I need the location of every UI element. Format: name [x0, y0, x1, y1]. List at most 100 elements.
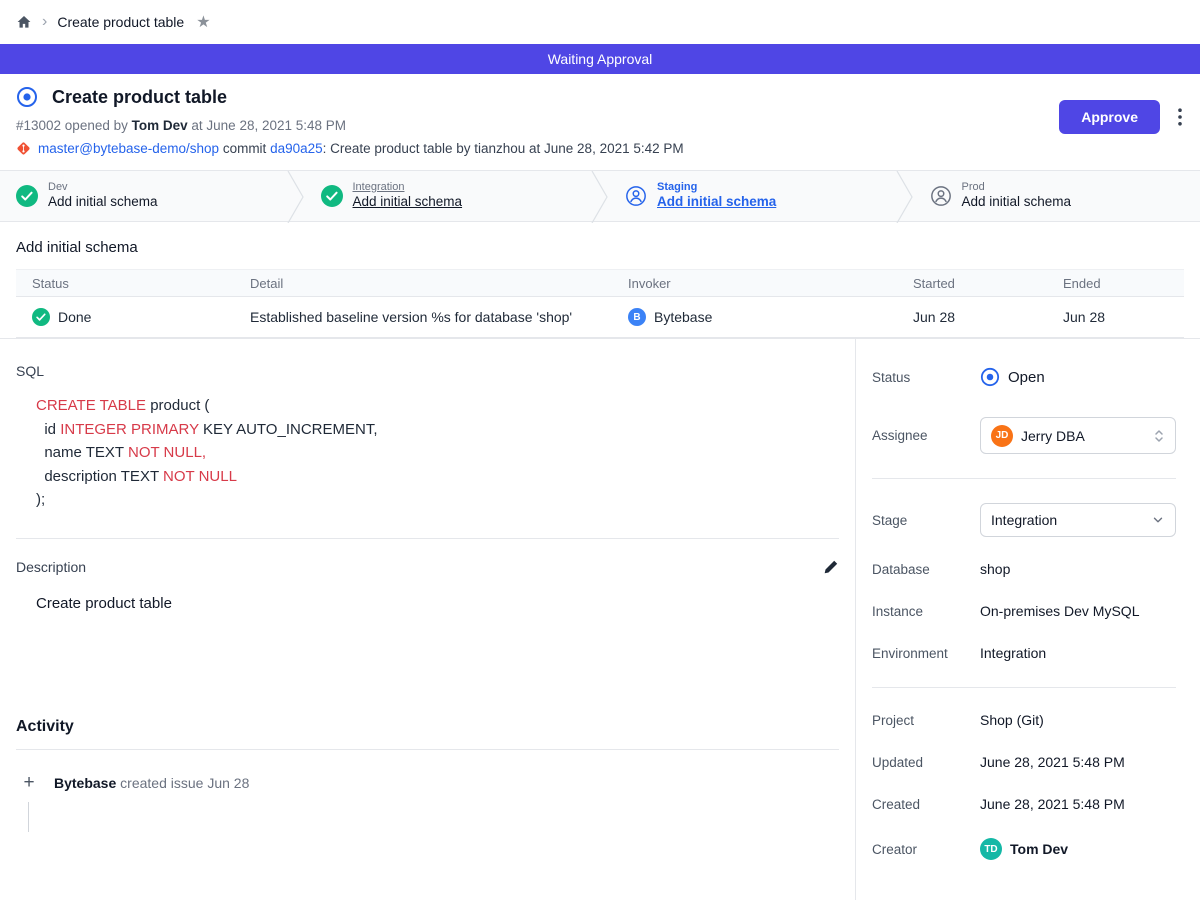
activity-time: Jun 28 [207, 775, 249, 791]
breadcrumb: › Create product table ★ [0, 0, 1200, 44]
person-circle-icon [625, 185, 647, 207]
task-status: Done [58, 309, 91, 325]
pipeline-stepper: Dev Add initial schema Integration Add i… [0, 170, 1200, 222]
description-label: Description [16, 559, 86, 575]
stage-separator-icon [591, 171, 609, 223]
updated-label: Updated [872, 755, 980, 770]
task-section: Add initial schema Status Detail Invoker… [0, 222, 1200, 338]
timeline-line [28, 802, 29, 832]
task-table: Status Detail Invoker Started Ended Done… [16, 269, 1184, 338]
chevron-right-icon: › [42, 14, 47, 30]
stage-env-label: Prod [962, 181, 1072, 195]
column-header-detail: Detail [234, 276, 612, 291]
stage-env-label: Staging [657, 181, 776, 195]
issue-header: Create product table #13002 opened by To… [0, 74, 1200, 170]
check-circle-icon [321, 185, 343, 207]
status-label: Status [872, 370, 980, 385]
assignee-label: Assignee [872, 428, 980, 443]
created-label: Created [872, 797, 980, 812]
stage-env-label: Dev [48, 181, 158, 195]
plus-icon[interactable]: + [16, 770, 42, 796]
app: › Create product table ★ Waiting Approva… [0, 0, 1200, 900]
assignee-avatar: JD [991, 425, 1013, 447]
task-invoker: Bytebase [654, 309, 712, 325]
pipeline-stage-dev[interactable]: Dev Add initial schema [0, 171, 287, 221]
task-detail: Established baseline version %s for data… [234, 309, 612, 325]
stage-select[interactable]: Integration [980, 503, 1176, 537]
stage-separator-icon [896, 171, 914, 223]
person-circle-icon [930, 185, 952, 207]
created-value: June 28, 2021 5:48 PM [980, 796, 1125, 812]
commit-hash-link[interactable]: da90a25 [270, 141, 323, 156]
creator-avatar: TD [980, 838, 1002, 860]
pipeline-stage-integration[interactable]: Integration Add initial schema [305, 171, 592, 221]
issue-author: Tom Dev [132, 118, 188, 133]
task-heading: Add initial schema [16, 239, 1184, 256]
activity-action: created issue [120, 775, 203, 791]
banner-label: Waiting Approval [548, 51, 653, 67]
database-label: Database [872, 562, 980, 577]
column-header-invoker: Invoker [612, 276, 897, 291]
edit-pencil-icon[interactable] [823, 559, 839, 575]
creator-value: Tom Dev [1010, 841, 1068, 857]
project-value: Shop (Git) [980, 712, 1044, 728]
chevron-down-icon [1151, 513, 1165, 527]
home-icon[interactable] [16, 14, 32, 30]
assignee-dropdown[interactable]: JD Jerry DBA [980, 417, 1176, 454]
updated-value: June 28, 2021 5:48 PM [980, 754, 1125, 770]
pipeline-stage-staging[interactable]: Staging Add initial schema [609, 171, 896, 221]
stage-label: Stage [872, 513, 980, 528]
kebab-menu-icon[interactable] [1176, 106, 1184, 128]
environment-value: Integration [980, 645, 1046, 661]
commit-word: commit [223, 141, 267, 156]
issue-open-icon [16, 86, 38, 108]
issue-sidebar: Status Open Assignee JD Jerry DBA [856, 339, 1200, 900]
activity-heading: Activity [16, 718, 839, 736]
divider [16, 749, 839, 750]
task-table-header: Status Detail Invoker Started Ended [16, 269, 1184, 297]
invoker-avatar: B [628, 308, 646, 326]
stage-value: Integration [991, 512, 1057, 528]
divider [872, 687, 1176, 688]
instance-value: On-premises Dev MySQL [980, 603, 1139, 619]
sql-code: CREATE TABLE product ( id INTEGER PRIMAR… [16, 394, 839, 512]
assignee-value: Jerry DBA [1021, 428, 1085, 444]
commit-row: master@bytebase-demo/shop commit da90a25… [16, 141, 1184, 156]
status-open-icon [980, 367, 1000, 387]
column-header-ended: Ended [1047, 276, 1184, 291]
content: SQL CREATE TABLE product ( id INTEGER PR… [0, 338, 1200, 900]
environment-label: Environment [872, 646, 980, 661]
check-circle-icon [16, 185, 38, 207]
main-panel: SQL CREATE TABLE product ( id INTEGER PR… [0, 339, 856, 900]
instance-label: Instance [872, 604, 980, 619]
approval-banner: Waiting Approval [0, 44, 1200, 74]
stage-separator-icon [287, 171, 305, 223]
issue-title: Create product table [52, 87, 227, 108]
task-table-row: Done Established baseline version %s for… [16, 297, 1184, 337]
sql-label: SQL [16, 363, 839, 379]
check-circle-icon [32, 308, 50, 326]
status-value: Open [1008, 369, 1045, 386]
breadcrumb-title[interactable]: Create product table [57, 14, 184, 30]
creator-label: Creator [872, 842, 980, 857]
stage-task-link[interactable]: Add initial schema [353, 194, 463, 211]
issue-meta-date: at June 28, 2021 5:48 PM [191, 118, 346, 133]
task-ended: Jun 28 [1047, 309, 1184, 325]
pipeline-stage-prod[interactable]: Prod Add initial schema [914, 171, 1200, 221]
activity-author: Bytebase [54, 775, 116, 791]
project-label: Project [872, 713, 980, 728]
description-text[interactable]: Create product table [36, 595, 839, 612]
issue-meta-prefix: #13002 opened by [16, 118, 128, 133]
approve-button[interactable]: Approve [1059, 100, 1160, 134]
stage-task-link[interactable]: Add initial schema [657, 194, 776, 211]
column-header-started: Started [897, 276, 1047, 291]
activity-item: + Bytebase created issue Jun 28 [16, 770, 839, 796]
database-value: shop [980, 561, 1010, 577]
divider [872, 478, 1176, 479]
divider [16, 538, 839, 539]
unfold-chevrons-icon [1153, 428, 1165, 444]
stage-env-label[interactable]: Integration [353, 181, 463, 195]
commit-repo-link[interactable]: master@bytebase-demo/shop [38, 141, 219, 156]
favorite-star-icon[interactable]: ★ [196, 12, 210, 32]
issue-meta: #13002 opened by Tom Dev at June 28, 202… [16, 118, 1184, 133]
